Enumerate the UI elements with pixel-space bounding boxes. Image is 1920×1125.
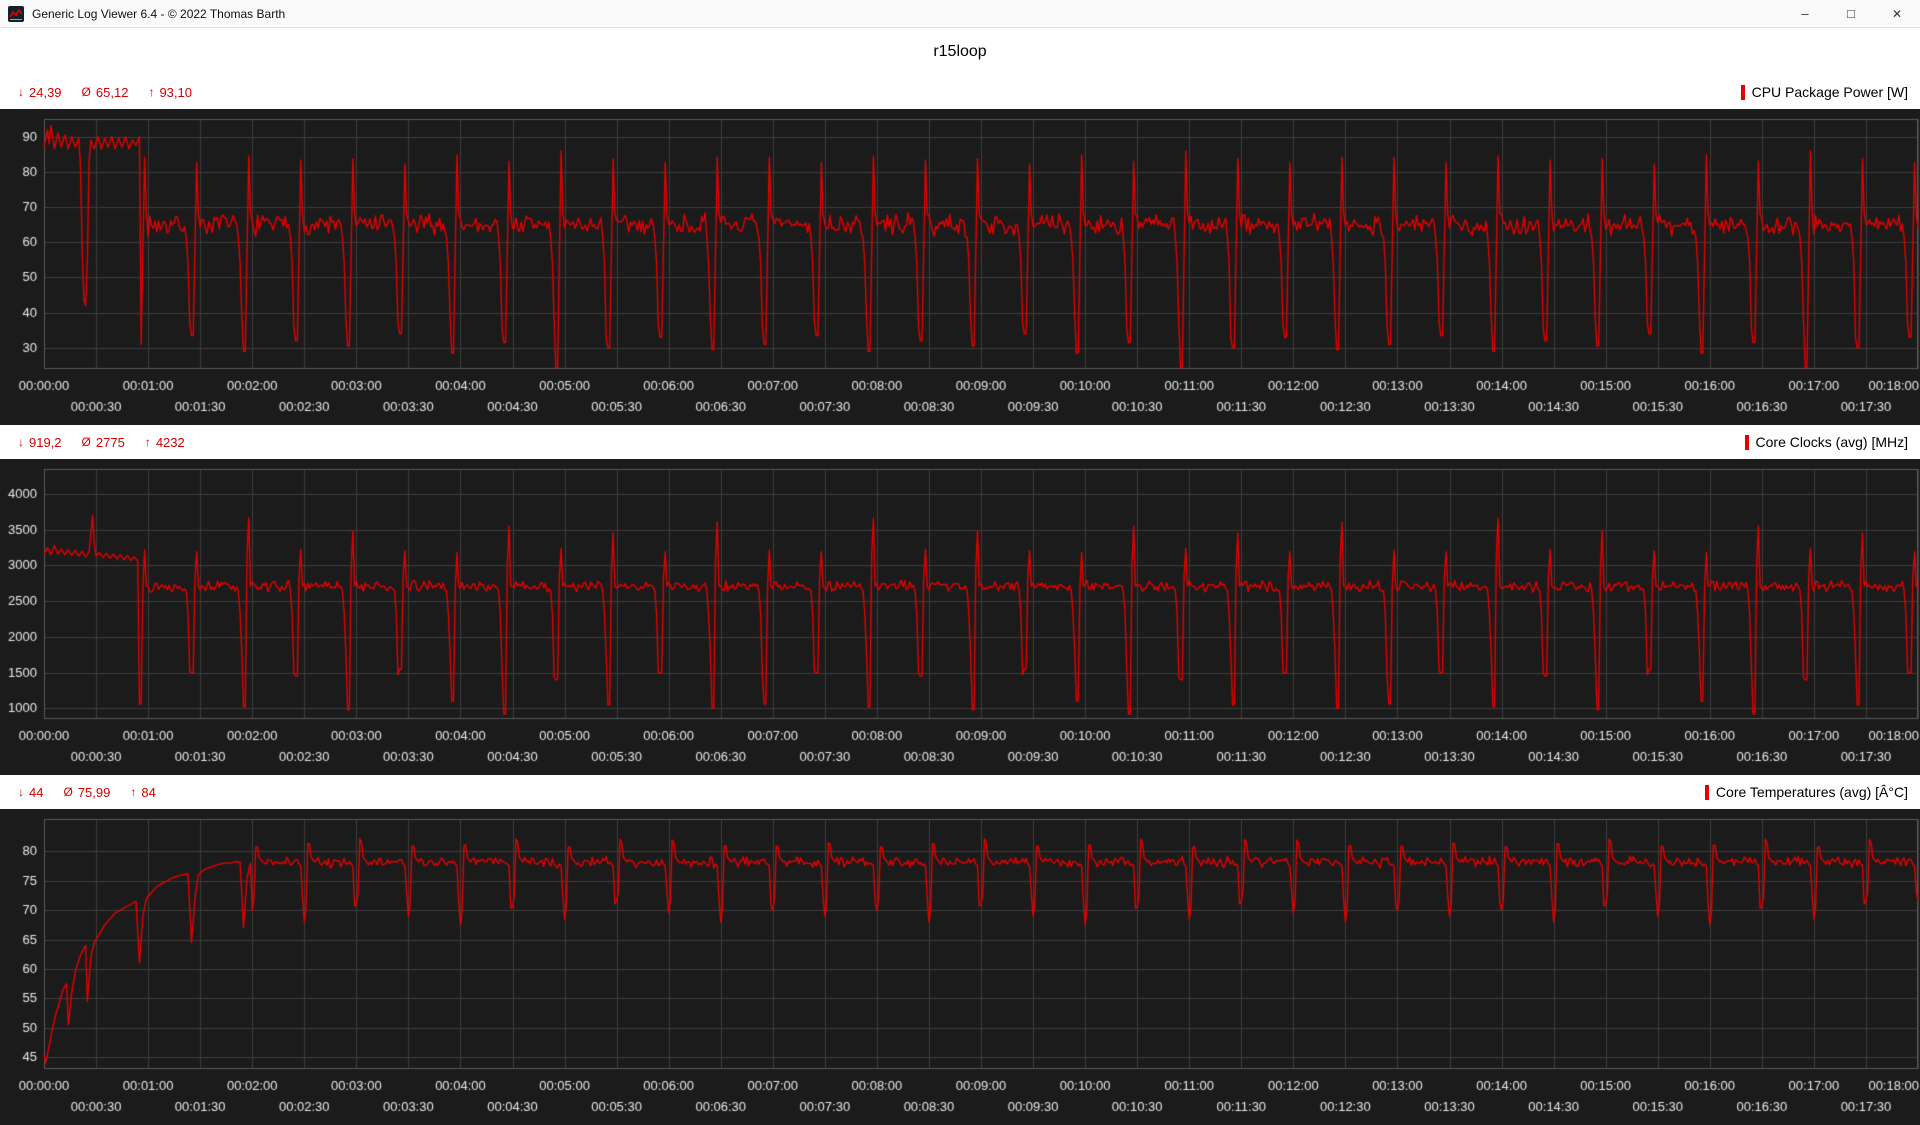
window-controls: – □ ✕ (1782, 0, 1920, 27)
min-stat: ↓ 919,2 (18, 435, 62, 450)
min-arrow-icon: ↓ (18, 785, 24, 799)
max-stat: ↑ 84 (130, 785, 155, 800)
panel-cpu-package-power: ↓ 24,39 Ø 65,12 ↑ 93,10 CPU Package Powe… (0, 75, 1920, 425)
max-arrow-icon: ↑ (130, 785, 136, 799)
avg-symbol-icon: Ø (82, 85, 91, 99)
series-color-marker (1705, 785, 1709, 800)
maximize-button[interactable]: □ (1828, 0, 1874, 27)
min-arrow-icon: ↓ (18, 435, 24, 449)
avg-stat: Ø 65,12 (82, 85, 129, 100)
max-stat: ↑ 93,10 (148, 85, 192, 100)
stats-row: ↓ 44 Ø 75,99 ↑ 84 Core Temperatures (avg… (0, 775, 1920, 809)
max-arrow-icon: ↑ (145, 435, 151, 449)
cpu-package-power-chart[interactable] (0, 109, 1920, 425)
avg-value: 2775 (96, 435, 125, 450)
stats-group: ↓ 24,39 Ø 65,12 ↑ 93,10 (18, 85, 192, 100)
series-legend: CPU Package Power [W] (1741, 84, 1908, 100)
app-icon (8, 6, 24, 22)
stats-group: ↓ 44 Ø 75,99 ↑ 84 (18, 785, 156, 800)
min-value: 919,2 (29, 435, 62, 450)
panel-core-clocks: ↓ 919,2 Ø 2775 ↑ 4232 Core Clocks (avg) … (0, 425, 1920, 775)
window-titlebar[interactable]: Generic Log Viewer 6.4 - © 2022 Thomas B… (0, 0, 1920, 28)
max-arrow-icon: ↑ (148, 85, 154, 99)
page-title: r15loop (0, 28, 1920, 75)
window-title: Generic Log Viewer 6.4 - © 2022 Thomas B… (32, 7, 285, 21)
panel-core-temperatures: ↓ 44 Ø 75,99 ↑ 84 Core Temperatures (avg… (0, 775, 1920, 1125)
series-label: Core Clocks (avg) [MHz] (1756, 434, 1908, 450)
avg-symbol-icon: Ø (82, 435, 91, 449)
series-label: Core Temperatures (avg) [Â°C] (1716, 784, 1908, 800)
series-legend: Core Clocks (avg) [MHz] (1745, 434, 1908, 450)
stats-group: ↓ 919,2 Ø 2775 ↑ 4232 (18, 435, 185, 450)
max-value: 4232 (156, 435, 185, 450)
min-value: 44 (29, 785, 43, 800)
max-value: 93,10 (159, 85, 192, 100)
min-stat: ↓ 24,39 (18, 85, 62, 100)
max-value: 84 (141, 785, 155, 800)
avg-stat: Ø 2775 (82, 435, 125, 450)
series-color-marker (1741, 85, 1745, 100)
close-button[interactable]: ✕ (1874, 0, 1920, 27)
avg-symbol-icon: Ø (63, 785, 72, 799)
min-arrow-icon: ↓ (18, 85, 24, 99)
core-temperatures-chart[interactable] (0, 809, 1920, 1125)
minimize-button[interactable]: – (1782, 0, 1828, 27)
min-stat: ↓ 44 (18, 785, 43, 800)
stats-row: ↓ 919,2 Ø 2775 ↑ 4232 Core Clocks (avg) … (0, 425, 1920, 459)
series-legend: Core Temperatures (avg) [Â°C] (1705, 784, 1908, 800)
core-clocks-chart[interactable] (0, 459, 1920, 775)
avg-value: 65,12 (96, 85, 129, 100)
series-color-marker (1745, 435, 1749, 450)
series-label: CPU Package Power [W] (1752, 84, 1908, 100)
stats-row: ↓ 24,39 Ø 65,12 ↑ 93,10 CPU Package Powe… (0, 75, 1920, 109)
avg-value: 75,99 (78, 785, 111, 800)
max-stat: ↑ 4232 (145, 435, 185, 450)
min-value: 24,39 (29, 85, 62, 100)
avg-stat: Ø 75,99 (63, 785, 110, 800)
